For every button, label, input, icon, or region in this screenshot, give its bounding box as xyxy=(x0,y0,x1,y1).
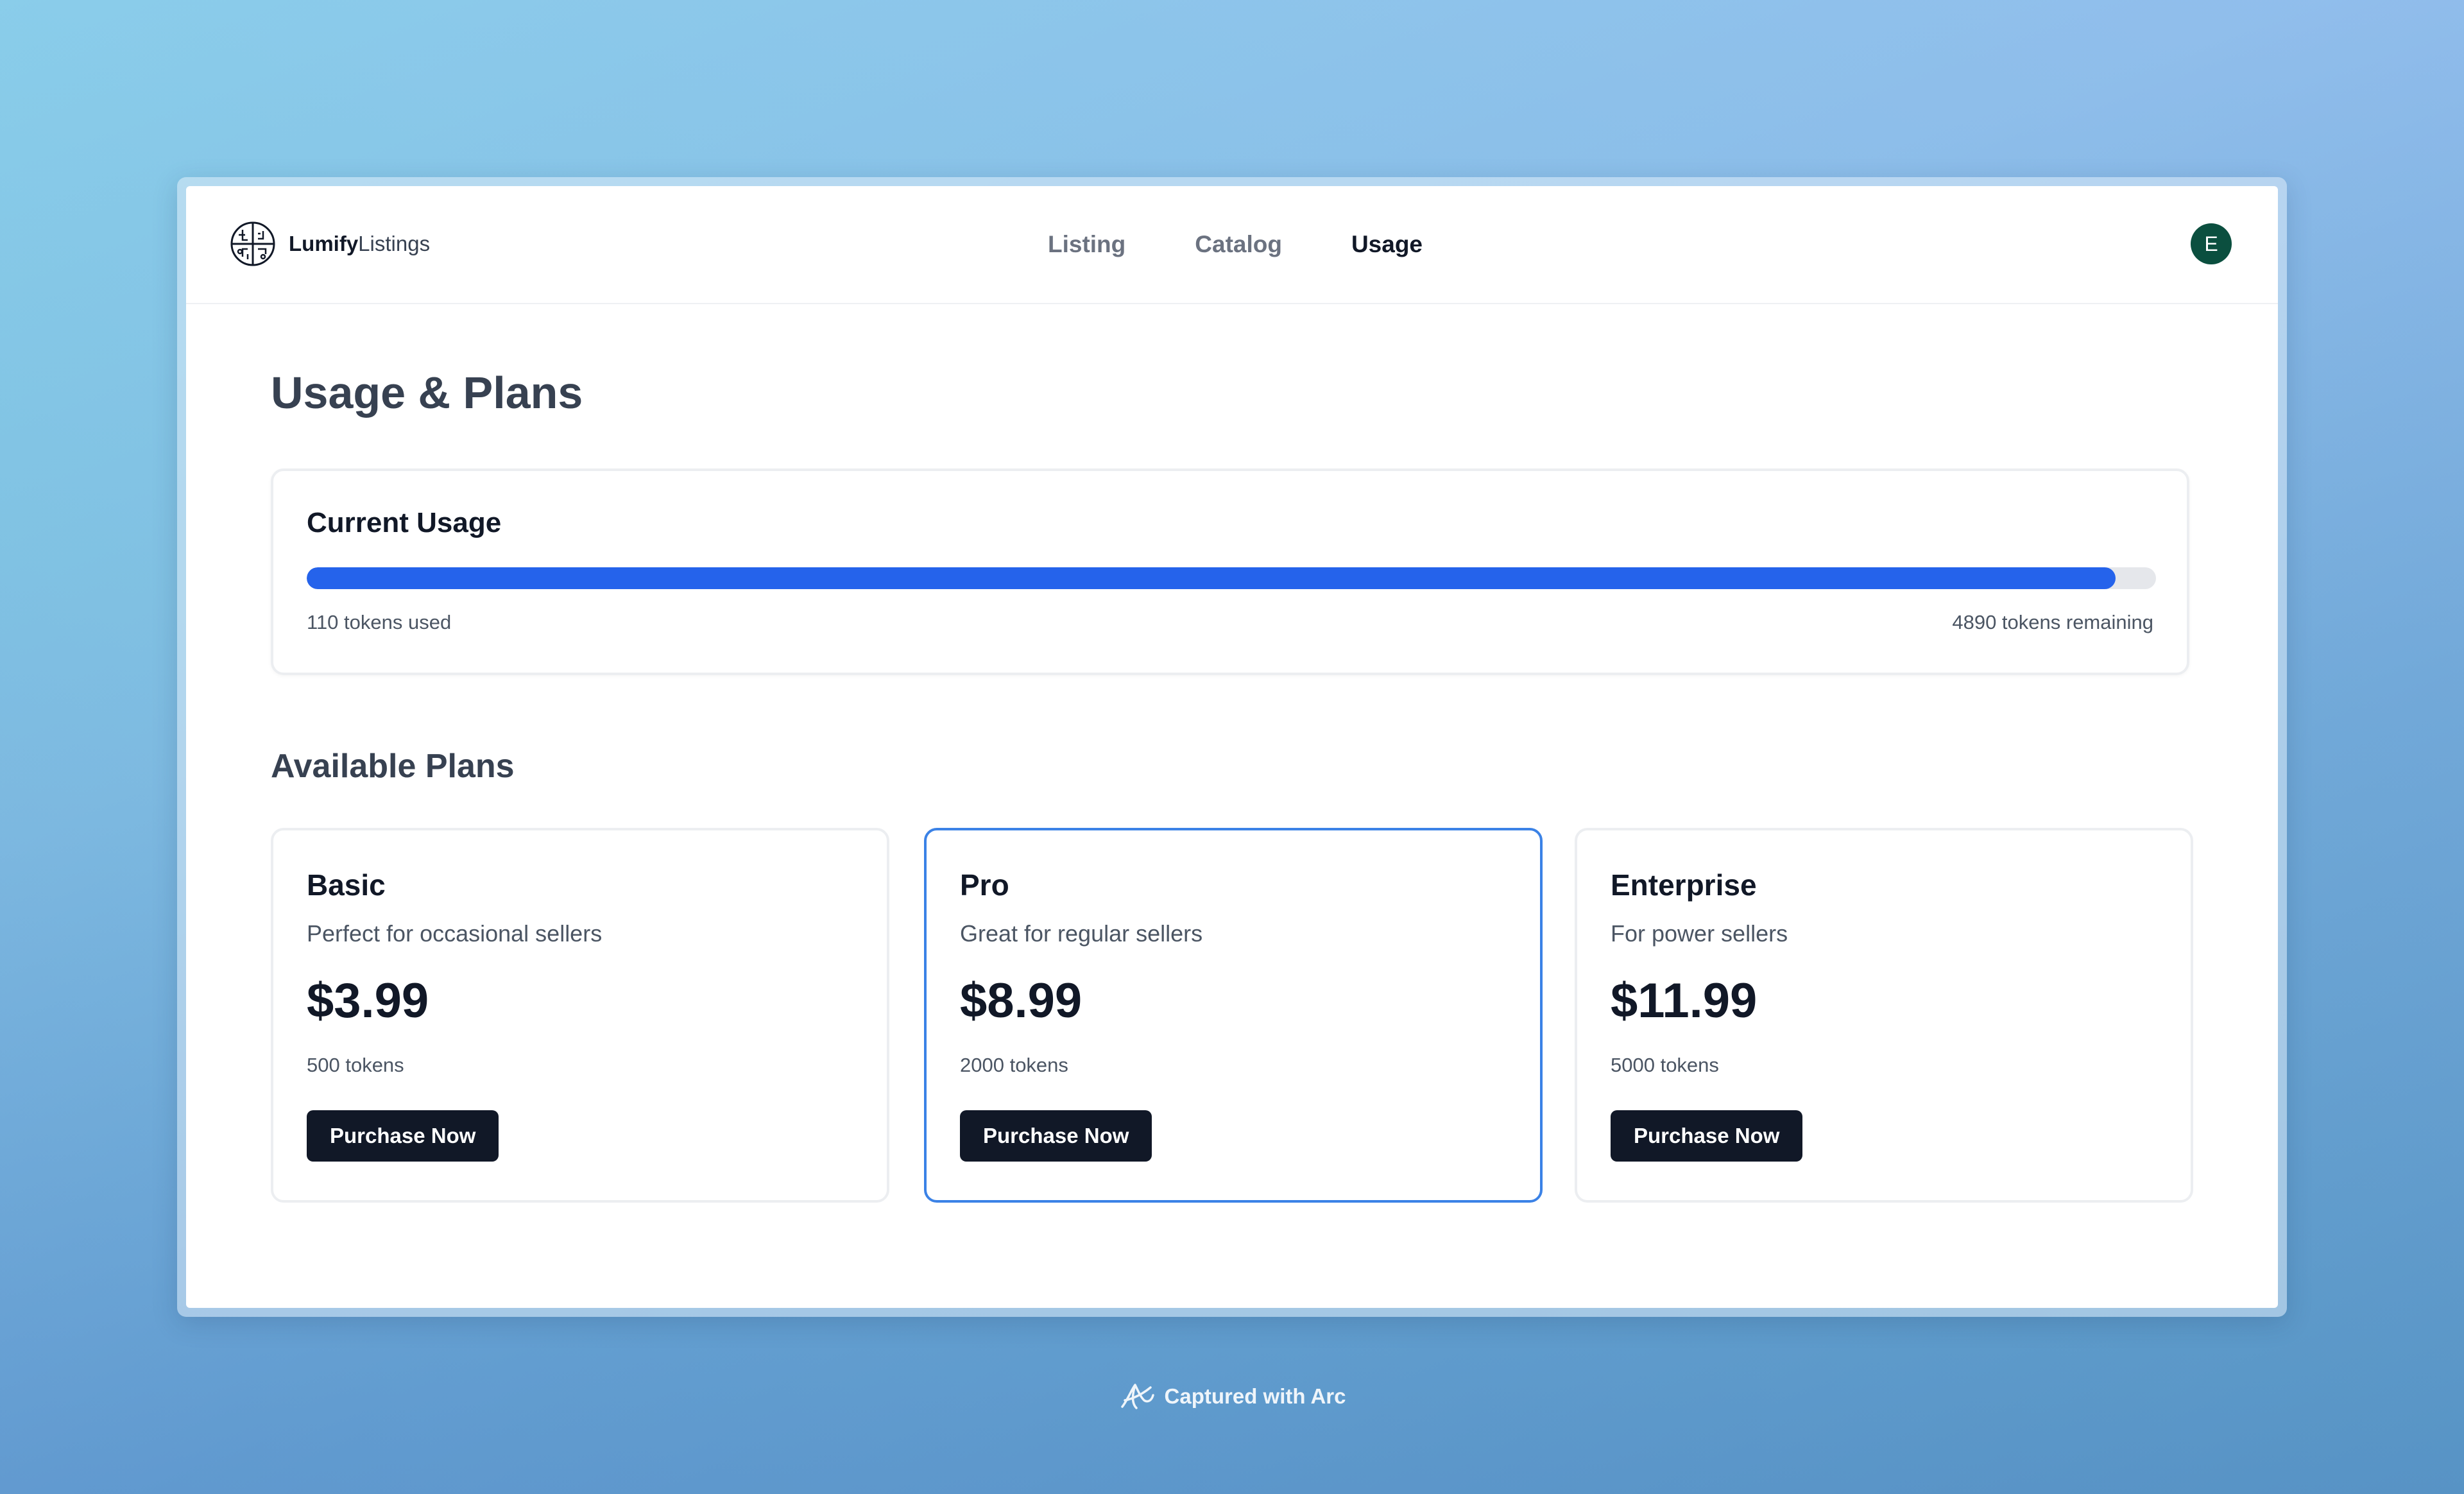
app-window: Lumify Listings Listing Catalog Usage E U… xyxy=(186,186,2278,1308)
tokens-remaining-label: 4890 tokens remaining xyxy=(1952,611,2153,633)
usage-card-title: Current Usage xyxy=(307,507,502,538)
plan-description: For power sellers xyxy=(1611,920,1788,947)
page-title: Usage & Plans xyxy=(271,368,583,418)
circuit-globe-logo-icon xyxy=(230,221,275,266)
brand-logo-link[interactable]: Lumify Listings xyxy=(230,218,430,270)
captured-with-arc-caption: Captured with Arc xyxy=(0,1381,2464,1412)
plan-tokens: 500 tokens xyxy=(307,1054,404,1076)
purchase-basic-button[interactable]: Purchase Now xyxy=(307,1110,499,1162)
nav-item-catalog[interactable]: Catalog xyxy=(1195,231,1282,258)
top-navigation-bar: Lumify Listings Listing Catalog Usage E xyxy=(186,186,2278,304)
plan-description: Perfect for occasional sellers xyxy=(307,920,603,947)
plan-tokens: 2000 tokens xyxy=(960,1054,1068,1076)
plan-card-pro: Pro Great for regular sellers $8.99 2000… xyxy=(924,828,1543,1203)
usage-progress-bar xyxy=(307,567,2156,589)
available-plans-title: Available Plans xyxy=(271,748,515,785)
main-nav: Listing Catalog Usage xyxy=(1048,186,1492,303)
current-usage-card: Current Usage 110 tokens used 4890 token… xyxy=(271,468,2189,675)
plan-name: Enterprise xyxy=(1611,868,1757,902)
plan-card-basic: Basic Perfect for occasional sellers $3.… xyxy=(271,828,889,1203)
usage-progress-fill xyxy=(307,567,2116,589)
nav-item-usage[interactable]: Usage xyxy=(1351,231,1423,258)
plan-name: Pro xyxy=(960,868,1009,902)
user-avatar[interactable]: E xyxy=(2191,223,2232,264)
brand-name-primary: Lumify xyxy=(289,232,359,255)
plan-description: Great for regular sellers xyxy=(960,920,1203,947)
plan-price: $11.99 xyxy=(1611,974,1758,1028)
arc-caption-text: Captured with Arc xyxy=(1164,1384,1346,1408)
arc-logo-icon xyxy=(1120,1384,1154,1409)
plan-tokens: 5000 tokens xyxy=(1611,1054,1719,1076)
avatar-initial: E xyxy=(2204,232,2218,255)
purchase-enterprise-button[interactable]: Purchase Now xyxy=(1611,1110,1803,1162)
purchase-pro-button[interactable]: Purchase Now xyxy=(960,1110,1152,1162)
plan-name: Basic xyxy=(307,868,386,902)
plan-card-enterprise: Enterprise For power sellers $11.99 5000… xyxy=(1575,828,2193,1203)
brand-name-secondary: Listings xyxy=(358,232,431,255)
tokens-used-label: 110 tokens used xyxy=(307,611,452,633)
plan-price: $3.99 xyxy=(307,974,429,1028)
nav-item-listing[interactable]: Listing xyxy=(1048,231,1125,258)
plan-price: $8.99 xyxy=(960,974,1082,1028)
